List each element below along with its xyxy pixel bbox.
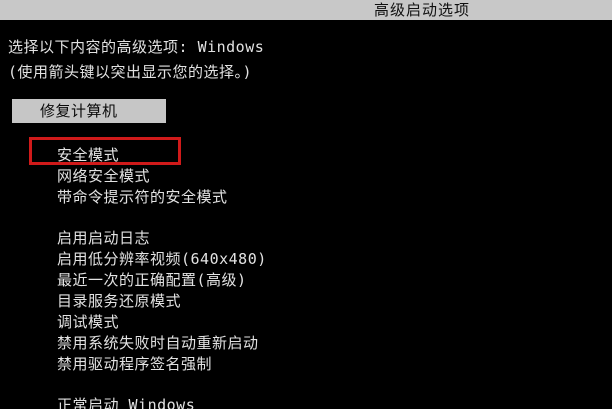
hint-line: (使用箭头键以突出显示您的选择。) [8, 63, 253, 81]
boot-menu-screen: 高级启动选项 选择以下内容的高级选项: Windows (使用箭头键以突出显示您… [0, 0, 612, 409]
menu-item-boot-logging[interactable]: 启用启动日志 [57, 229, 150, 247]
menu-item-safe-mode-networking[interactable]: 网络安全模式 [57, 167, 150, 185]
menu-item-low-resolution-video[interactable]: 启用低分辨率视频(640x480) [57, 250, 267, 268]
menu-item-safe-mode-command-prompt[interactable]: 带命令提示符的安全模式 [57, 188, 228, 206]
menu-item-directory-services-restore[interactable]: 目录服务还原模式 [57, 292, 181, 310]
page-title: 高级启动选项 [374, 1, 471, 19]
menu-item-repair-computer-label: 修复计算机 [40, 102, 118, 120]
menu-item-debugging-mode[interactable]: 调试模式 [57, 313, 119, 331]
title-bar: 高级启动选项 [0, 0, 612, 20]
annotation-highlight-box [29, 137, 181, 165]
menu-item-disable-driver-signature[interactable]: 禁用驱动程序签名强制 [57, 355, 212, 373]
menu-item-last-known-good[interactable]: 最近一次的正确配置(高级) [57, 271, 247, 289]
instruction-line: 选择以下内容的高级选项: Windows [8, 38, 265, 56]
menu-item-start-normally[interactable]: 正常启动 Windows [57, 396, 195, 409]
menu-item-disable-auto-restart[interactable]: 禁用系统失败时自动重新启动 [57, 334, 259, 352]
